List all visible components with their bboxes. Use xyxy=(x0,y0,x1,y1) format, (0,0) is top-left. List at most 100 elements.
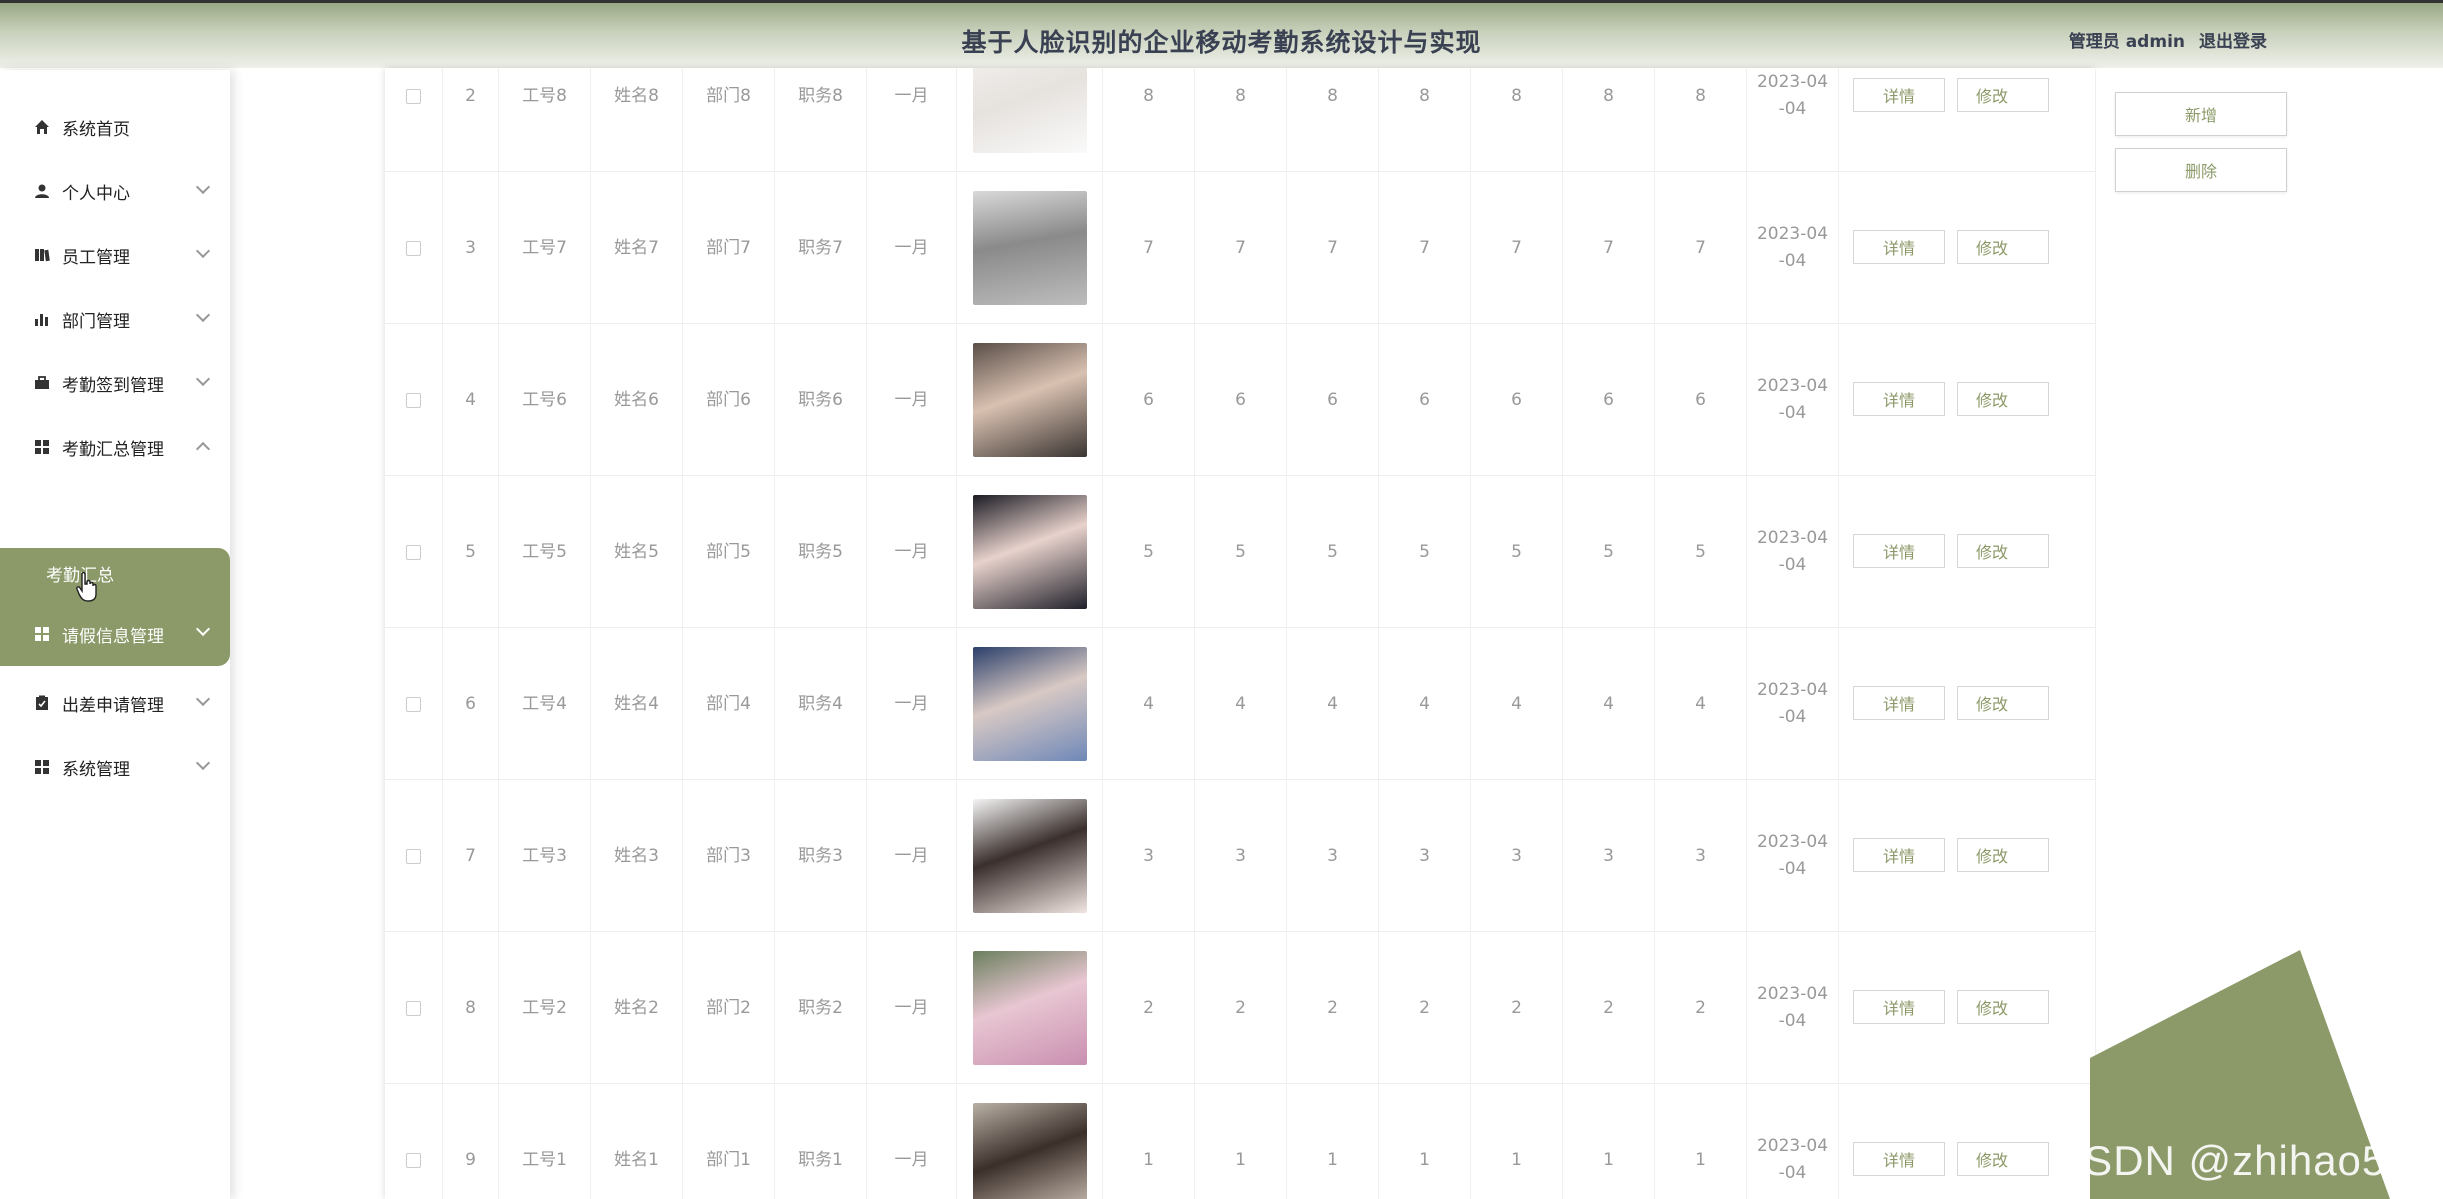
date-cell: 2023-04 -04 xyxy=(1747,1084,1839,1199)
detail-button[interactable]: 详情 xyxy=(1853,686,1945,720)
delete-button[interactable]: 删除 xyxy=(2115,148,2287,192)
sidebar-item-home[interactable]: 系统首页 xyxy=(0,102,230,152)
month-cell: 一月 xyxy=(867,780,957,932)
checkbox-cell xyxy=(385,68,443,172)
row-checkbox[interactable] xyxy=(406,1152,421,1168)
sidebar-item-personal-center[interactable]: 个人中心 xyxy=(0,166,230,216)
sidebar-item-label: 系统首页 xyxy=(62,119,130,140)
value-cell: 6 xyxy=(1655,324,1747,476)
index-cell: 5 xyxy=(443,476,499,628)
value-cell: 8 xyxy=(1379,68,1471,172)
value-cell: 7 xyxy=(1103,172,1195,324)
value-cell: 6 xyxy=(1103,324,1195,476)
name-cell: 姓名8 xyxy=(591,68,683,172)
month-cell: 一月 xyxy=(867,172,957,324)
sidebar-item-business-trip[interactable]: 出差申请管理 xyxy=(0,678,230,728)
value-cell: 7 xyxy=(1287,172,1379,324)
sidebar-item-label: 请假信息管理 xyxy=(62,626,164,647)
name-cell: 姓名4 xyxy=(591,628,683,780)
position-cell: 职务8 xyxy=(775,68,867,172)
detail-button[interactable]: 详情 xyxy=(1853,990,1945,1024)
sidebar-item-label: 个人中心 xyxy=(62,183,130,204)
row-checkbox[interactable] xyxy=(406,696,421,712)
value-cell: 4 xyxy=(1655,628,1747,780)
detail-button[interactable]: 详情 xyxy=(1853,534,1945,568)
job-no-cell: 工号2 xyxy=(499,932,591,1084)
data-table: 2 工号8 姓名8 部门8 职务8 一月 8 8 8 8 8 8 8 2023-04 -04 详情 修改 3 工号… xyxy=(385,68,2095,1199)
sidebar-item-attendance-checkin[interactable]: 考勤签到管理 xyxy=(0,358,230,408)
detail-button[interactable]: 详情 xyxy=(1853,230,1945,264)
table-row: 4 工号6 姓名6 部门6 职务6 一月 6 6 6 6 6 6 6 2023-04 -04 详情 修改 xyxy=(385,324,2095,476)
value-cell: 5 xyxy=(1103,476,1195,628)
sidebar-item-leave-info[interactable]: 请假信息管理 xyxy=(0,602,230,666)
value-cell: 8 xyxy=(1471,68,1563,172)
edit-button[interactable]: 修改 xyxy=(1957,230,2049,264)
index-cell: 8 xyxy=(443,932,499,1084)
detail-button[interactable]: 详情 xyxy=(1853,78,1945,112)
add-button[interactable]: 新增 xyxy=(2115,92,2287,136)
edit-button[interactable]: 修改 xyxy=(1957,382,2049,416)
edit-button[interactable]: 修改 xyxy=(1957,686,2049,720)
row-checkbox[interactable] xyxy=(406,88,421,104)
value-cell: 2 xyxy=(1471,932,1563,1084)
row-checkbox[interactable] xyxy=(406,848,421,864)
logout-link[interactable]: 退出登录 xyxy=(2199,27,2267,52)
checkbox-cell xyxy=(385,932,443,1084)
name-cell: 姓名2 xyxy=(591,932,683,1084)
value-cell: 2 xyxy=(1195,932,1287,1084)
edit-button[interactable]: 修改 xyxy=(1957,838,2049,872)
index-cell: 2 xyxy=(443,68,499,172)
job-no-cell: 工号3 xyxy=(499,780,591,932)
index-cell: 9 xyxy=(443,1084,499,1199)
month-cell: 一月 xyxy=(867,476,957,628)
table-row: 7 工号3 姓名3 部门3 职务3 一月 3 3 3 3 3 3 3 2023-04 -04 详情 修改 xyxy=(385,780,2095,932)
month-cell: 一月 xyxy=(867,68,957,172)
sidebar-item-system[interactable]: 系统管理 xyxy=(0,742,230,792)
value-cell: 6 xyxy=(1563,324,1655,476)
value-cell: 5 xyxy=(1563,476,1655,628)
sidebar-item-attendance-summary[interactable]: 考勤汇总管理 xyxy=(0,422,230,472)
row-checkbox[interactable] xyxy=(406,240,421,256)
edit-button[interactable]: 修改 xyxy=(1957,534,2049,568)
row-checkbox[interactable] xyxy=(406,1000,421,1016)
department-cell: 部门6 xyxy=(683,324,775,476)
date-cell: 2023-04 -04 xyxy=(1747,68,1839,172)
position-cell: 职务5 xyxy=(775,476,867,628)
row-checkbox[interactable] xyxy=(406,392,421,408)
value-cell: 1 xyxy=(1655,1084,1747,1199)
index-cell: 3 xyxy=(443,172,499,324)
submenu-item-attendance-summary[interactable]: 考勤汇总 xyxy=(0,548,230,604)
index-cell: 4 xyxy=(443,324,499,476)
value-cell: 7 xyxy=(1379,172,1471,324)
edit-button[interactable]: 修改 xyxy=(1957,990,2049,1024)
name-cell: 姓名6 xyxy=(591,324,683,476)
grid-icon xyxy=(34,626,50,642)
value-cell: 2 xyxy=(1287,932,1379,1084)
value-cell: 7 xyxy=(1655,172,1747,324)
detail-button[interactable]: 详情 xyxy=(1853,1142,1945,1176)
briefcase-icon xyxy=(34,375,50,391)
department-cell: 部门7 xyxy=(683,172,775,324)
sidebar-item-department[interactable]: 部门管理 xyxy=(0,294,230,344)
sidebar: 系统首页 个人中心 员工管理 部门管理 考勤签到管理 考勤汇总管理 考勤汇总 请… xyxy=(0,70,230,1199)
index-cell: 7 xyxy=(443,780,499,932)
table-row: 5 工号5 姓名5 部门5 职务5 一月 5 5 5 5 5 5 5 2023-04 -04 详情 修改 xyxy=(385,476,2095,628)
position-cell: 职务3 xyxy=(775,780,867,932)
edit-button[interactable]: 修改 xyxy=(1957,1142,2049,1176)
value-cell: 5 xyxy=(1655,476,1747,628)
app-window: 基于人脸识别的企业移动考勤系统设计与实现 管理员 admin 退出登录 系统首页… xyxy=(0,0,2443,1199)
row-checkbox[interactable] xyxy=(406,544,421,560)
table-row: 2 工号8 姓名8 部门8 职务8 一月 8 8 8 8 8 8 8 2023-04 -04 详情 修改 xyxy=(385,68,2095,172)
table-row: 9 工号1 姓名1 部门1 职务1 一月 1 1 1 1 1 1 1 2023-04 -04 详情 修改 xyxy=(385,1084,2095,1199)
checkbox-cell xyxy=(385,324,443,476)
checkbox-cell xyxy=(385,476,443,628)
sidebar-item-employee[interactable]: 员工管理 xyxy=(0,230,230,280)
detail-button[interactable]: 详情 xyxy=(1853,838,1945,872)
value-cell: 7 xyxy=(1563,172,1655,324)
checkbox-cell xyxy=(385,780,443,932)
edit-button[interactable]: 修改 xyxy=(1957,78,2049,112)
detail-button[interactable]: 详情 xyxy=(1853,382,1945,416)
value-cell: 4 xyxy=(1287,628,1379,780)
grid-icon xyxy=(34,439,50,455)
checkbox-cell xyxy=(385,1084,443,1199)
